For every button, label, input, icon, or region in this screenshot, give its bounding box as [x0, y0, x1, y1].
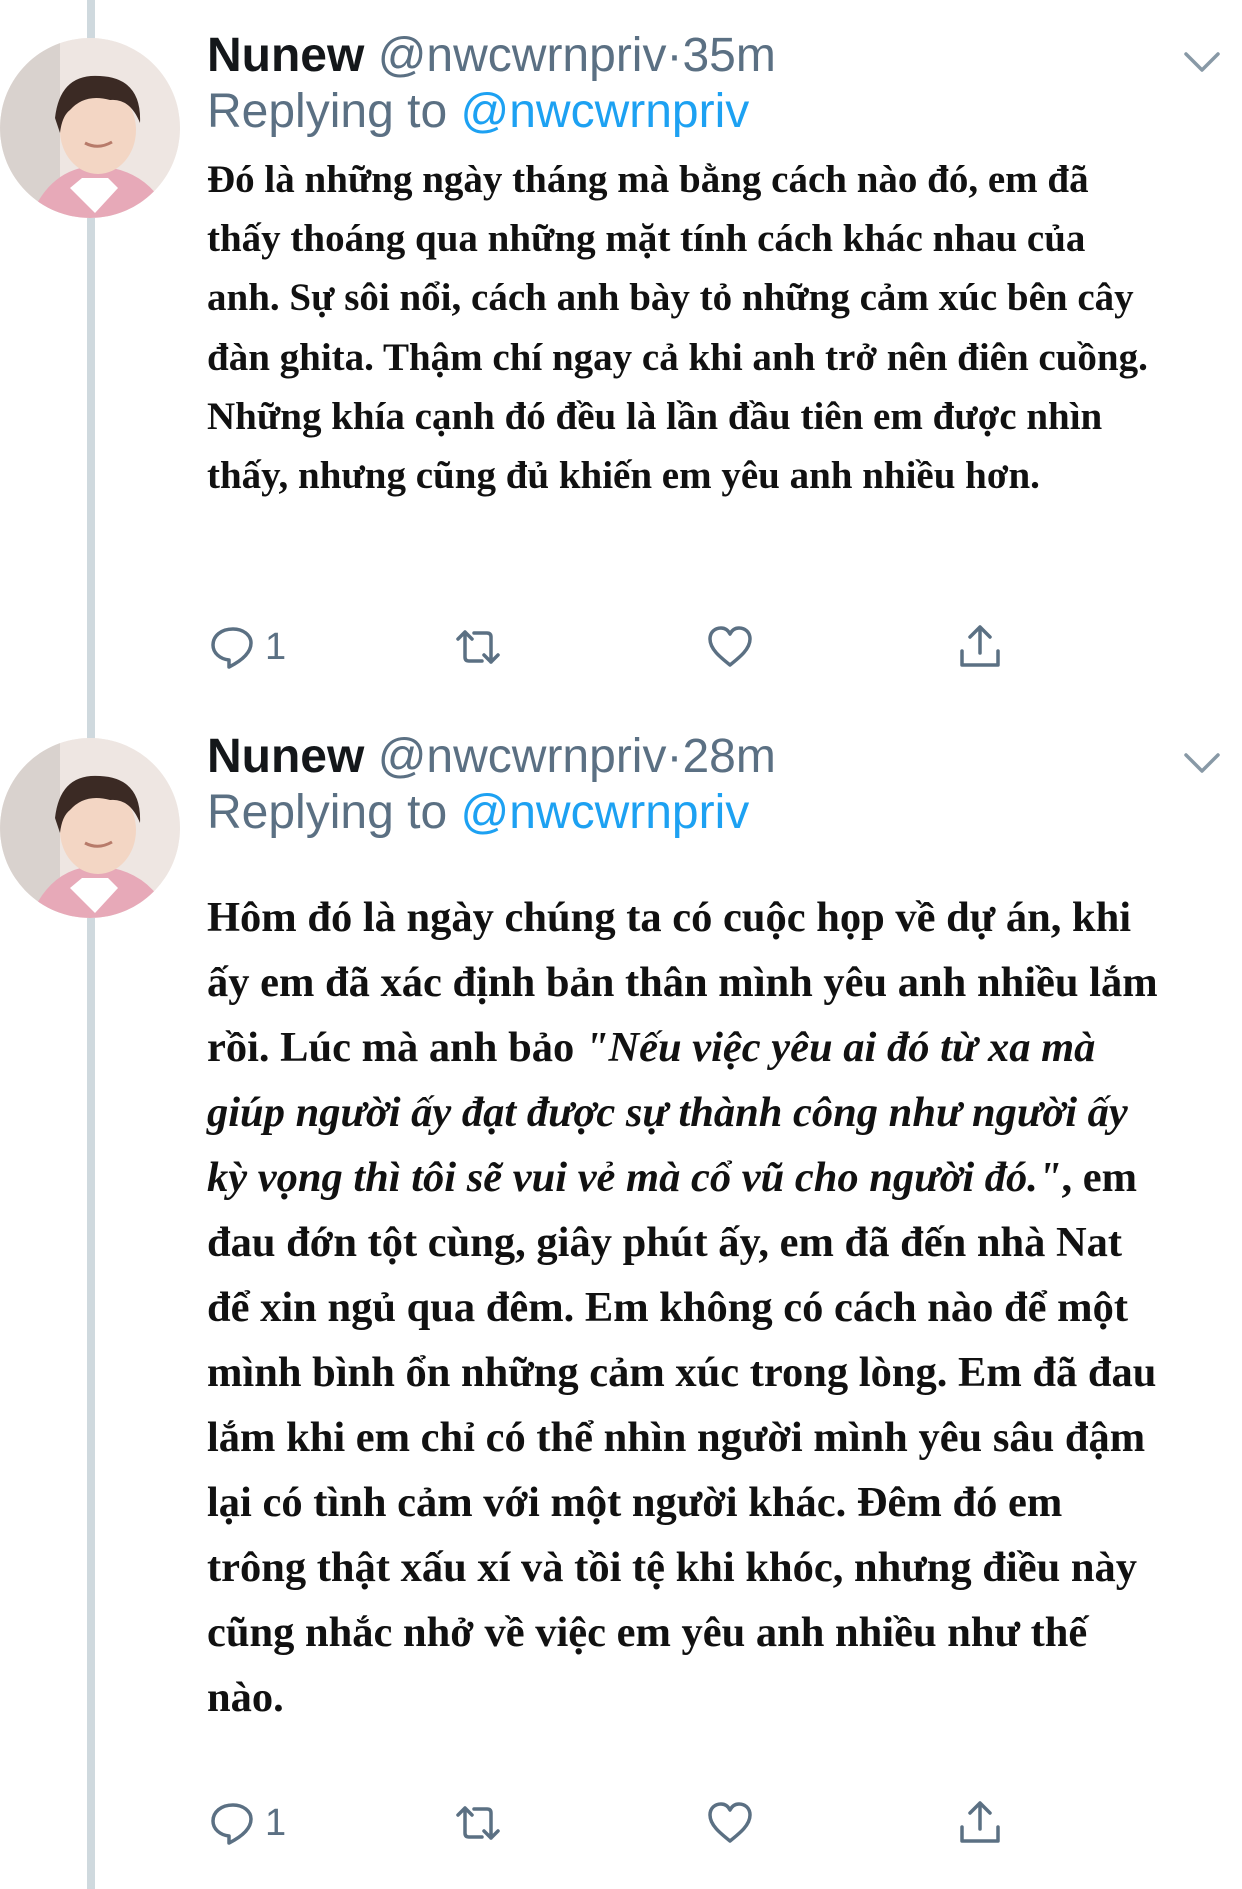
avatar[interactable]	[0, 38, 180, 218]
tweet-text-part: , em đau đớn tột cùng, giây phút ấy, em …	[207, 1154, 1157, 1721]
reply-button[interactable]: 1	[207, 1793, 286, 1853]
replying-to-line: Replying to @nwcwrnpriv	[207, 82, 749, 142]
tweet-text: Hôm đó là ngày chúng ta có cuộc họp về d…	[207, 885, 1167, 1730]
tweet-actions: 1	[207, 617, 1027, 677]
timestamp[interactable]: 35m	[682, 29, 775, 82]
display-name[interactable]: Nunew	[207, 730, 364, 783]
replying-to-label: Replying to	[207, 786, 448, 839]
replying-to-handle[interactable]: @nwcwrnpriv	[460, 786, 749, 839]
share-button[interactable]	[954, 617, 1006, 677]
reply-count: 1	[265, 1801, 287, 1844]
tweet-actions: 1	[207, 1793, 1027, 1853]
like-button[interactable]	[704, 617, 756, 677]
speech-bubble-icon	[211, 627, 253, 669]
share-upload-icon	[960, 625, 1000, 667]
profile-photo-icon	[0, 38, 180, 218]
tweet-text: Đó là những ngày tháng mà bằng cách nào …	[207, 158, 1148, 498]
heart-icon	[708, 626, 752, 667]
thread-connector-line	[87, 0, 95, 1889]
user-handle[interactable]: @nwcwrnpriv	[378, 29, 667, 82]
separator-dot: ·	[666, 730, 683, 783]
like-button[interactable]	[704, 1793, 756, 1853]
retweet-arrows-icon	[456, 630, 500, 664]
retweet-button[interactable]	[452, 1793, 504, 1853]
timestamp[interactable]: 28m	[682, 730, 775, 783]
tweet-header: Nunew @nwcwrnpriv·28m	[207, 727, 776, 787]
profile-photo-icon	[0, 738, 180, 918]
replying-to-handle[interactable]: @nwcwrnpriv	[460, 85, 749, 138]
replying-to-line: Replying to @nwcwrnpriv	[207, 783, 749, 843]
tweet-header: Nunew @nwcwrnpriv·35m	[207, 26, 776, 86]
avatar[interactable]	[0, 738, 180, 918]
chevron-down-icon[interactable]	[1180, 741, 1224, 785]
speech-bubble-icon	[211, 1803, 253, 1845]
separator-dot: ·	[666, 29, 683, 82]
chevron-down-icon[interactable]	[1180, 40, 1224, 84]
reply-button[interactable]: 1	[207, 617, 286, 677]
retweet-button[interactable]	[452, 617, 504, 677]
share-button[interactable]	[954, 1793, 1006, 1853]
share-upload-icon	[960, 1801, 1000, 1843]
retweet-arrows-icon	[456, 1806, 500, 1840]
display-name[interactable]: Nunew	[207, 29, 364, 82]
heart-icon	[708, 1802, 752, 1843]
replying-to-label: Replying to	[207, 85, 448, 138]
user-handle[interactable]: @nwcwrnpriv	[378, 730, 667, 783]
reply-count: 1	[265, 625, 287, 668]
